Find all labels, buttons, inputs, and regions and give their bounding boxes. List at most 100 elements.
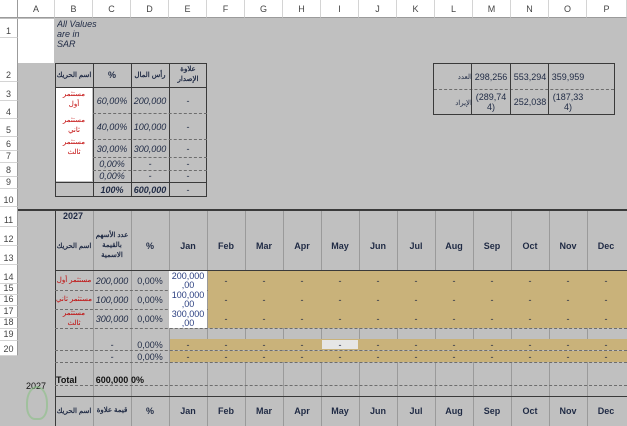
lower-row-2-feb[interactable]: - [207, 309, 245, 328]
lower-row-4-jun[interactable]: - [359, 351, 397, 362]
lower-row-3-may[interactable]: - [321, 339, 359, 350]
lower-row-0-sep[interactable]: - [473, 271, 511, 290]
lower-row-3-apr[interactable]: - [283, 339, 321, 350]
lower-row-2-apr[interactable]: - [283, 309, 321, 328]
row-header-12[interactable]: 12 [0, 227, 18, 246]
lower-row-0-oct[interactable]: - [511, 271, 549, 290]
lower-row-4-aug[interactable]: - [435, 351, 473, 362]
lower-row-2-jun[interactable]: - [359, 309, 397, 328]
row-header-8[interactable]: 8 [0, 163, 18, 177]
lower-row-0-feb[interactable]: - [207, 271, 245, 290]
lower-row-4-jan[interactable]: - [169, 351, 207, 362]
column-header-j[interactable]: J [359, 0, 397, 18]
lower-row-4-oct[interactable]: - [511, 351, 549, 362]
lower-row-1-aug[interactable]: - [435, 290, 473, 309]
lower-row-3-aug[interactable]: - [435, 339, 473, 350]
lower-row-pct-2: 0,00% [137, 313, 163, 324]
lower-row-4-nov[interactable]: - [549, 351, 587, 362]
lower-row-1-feb[interactable]: - [207, 290, 245, 309]
lower-row-2-oct[interactable]: - [511, 309, 549, 328]
lower-row-3-feb[interactable]: - [207, 339, 245, 350]
row-header-5[interactable]: 5 [0, 119, 18, 137]
lower-row-pct-3: 0,00% [137, 339, 163, 350]
row-header-6[interactable]: 6 [0, 137, 18, 151]
column-header-k[interactable]: K [397, 0, 435, 18]
lower-row-0-aug[interactable]: - [435, 271, 473, 290]
row-header-1[interactable]: 1 [0, 19, 18, 38]
lower-row-jan-1[interactable]: 100,000 ,00 [169, 290, 207, 309]
row-header-3[interactable]: 3 [0, 82, 18, 101]
lower-row-0-apr[interactable]: - [283, 271, 321, 290]
select-all-corner[interactable] [0, 0, 18, 18]
column-header-d[interactable]: D [131, 0, 169, 18]
column-header-o[interactable]: O [549, 0, 587, 18]
top-header-pct: % [107, 70, 116, 80]
column-header-a[interactable]: A [18, 0, 55, 18]
column-header-b[interactable]: B [55, 0, 93, 18]
lower-row-3-mar[interactable]: - [245, 339, 283, 350]
column-header-m[interactable]: M [473, 0, 511, 18]
row-header-13[interactable]: 13 [0, 246, 18, 265]
column-header-g[interactable]: G [245, 0, 283, 18]
lower-row-0-jul[interactable]: - [397, 271, 435, 290]
row-header-16[interactable]: 16 [0, 294, 18, 306]
lower-row-3-oct[interactable]: - [511, 339, 549, 350]
lower-row-jan-0[interactable]: 200,000 ,00 [169, 271, 207, 290]
lower-row-4-sep[interactable]: - [473, 351, 511, 362]
column-header-f[interactable]: F [207, 0, 245, 18]
lower-row-1-jul[interactable]: - [397, 290, 435, 309]
lower-row-2-nov[interactable]: - [549, 309, 587, 328]
lower-row-4-feb[interactable]: - [207, 351, 245, 362]
column-header-p[interactable]: P [587, 0, 627, 18]
row-header-20[interactable]: 20 [0, 341, 18, 356]
row-header-9[interactable]: 9 [0, 177, 18, 189]
lower-row-1-nov[interactable]: - [549, 290, 587, 309]
lower-row-1-mar[interactable]: - [245, 290, 283, 309]
column-header-e[interactable]: E [169, 0, 207, 18]
column-header-c[interactable]: C [93, 0, 131, 18]
lower-row-3-jul[interactable]: - [397, 339, 435, 350]
row-header-10[interactable]: 10 [0, 189, 18, 207]
lower-row-3-dec[interactable]: - [587, 339, 625, 350]
lower-row-4-apr[interactable]: - [283, 351, 321, 362]
lower-row-jan-2[interactable]: 300,000 ,00 [169, 309, 207, 328]
row-header-7[interactable]: 7 [0, 151, 18, 163]
lower-row-2-jul[interactable]: - [397, 309, 435, 328]
lower-row-0-dec[interactable]: - [587, 271, 625, 290]
lower-row-1-oct[interactable]: - [511, 290, 549, 309]
lower-row-1-may[interactable]: - [321, 290, 359, 309]
column-header-n[interactable]: N [511, 0, 549, 18]
lower-row-2-dec[interactable]: - [587, 309, 625, 328]
lower-row-0-nov[interactable]: - [549, 271, 587, 290]
row-header-4[interactable]: 4 [0, 101, 18, 119]
row-header-2[interactable]: 2 [0, 38, 18, 82]
row-header-18[interactable]: 18 [0, 317, 18, 329]
lower-row-2-mar[interactable]: - [245, 309, 283, 328]
lower-row-4-mar[interactable]: - [245, 351, 283, 362]
lower-row-1-sep[interactable]: - [473, 290, 511, 309]
row-header-11[interactable]: 11 [0, 207, 18, 227]
lower-row-shares-1: 100,000 [95, 294, 129, 305]
column-header-l[interactable]: L [435, 0, 473, 18]
lower-row-3-jun[interactable]: - [359, 339, 397, 350]
lower-row-1-apr[interactable]: - [283, 290, 321, 309]
lower-row-3-jan[interactable]: - [169, 339, 207, 350]
column-header-i[interactable]: I [321, 0, 359, 18]
lower-row-2-may[interactable]: - [321, 309, 359, 328]
lower-row-1-dec[interactable]: - [587, 290, 625, 309]
lower-row-4-may[interactable]: - [321, 351, 359, 362]
lower-row-2-sep[interactable]: - [473, 309, 511, 328]
lower-row-3-nov[interactable]: - [549, 339, 587, 350]
lower-row-3-sep[interactable]: - [473, 339, 511, 350]
lower-row-0-may[interactable]: - [321, 271, 359, 290]
row-header-14[interactable]: 14 [0, 265, 18, 284]
lower-row-4-jul[interactable]: - [397, 351, 435, 362]
lower-row-0-mar[interactable]: - [245, 271, 283, 290]
spreadsheet[interactable]: All Values are in SAR اسم الحريك% رأس الم… [0, 0, 627, 426]
lower-row-0-jun[interactable]: - [359, 271, 397, 290]
lower-row-4-dec[interactable]: - [587, 351, 625, 362]
row-header-19[interactable]: 19 [0, 329, 18, 341]
lower-row-1-jun[interactable]: - [359, 290, 397, 309]
lower-row-2-aug[interactable]: - [435, 309, 473, 328]
column-header-h[interactable]: H [283, 0, 321, 18]
